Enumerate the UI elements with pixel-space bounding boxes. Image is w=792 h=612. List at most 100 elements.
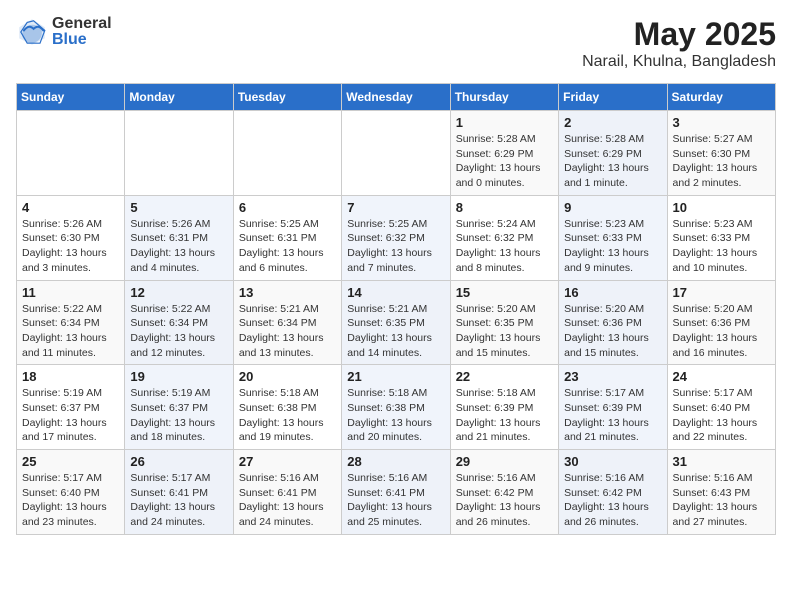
calendar-cell: 18 Sunrise: 5:19 AM Sunset: 6:37 PM Dayli… — [17, 365, 125, 450]
logo-icon — [16, 16, 48, 48]
day-number: 8 — [456, 200, 553, 215]
day-info: Sunrise: 5:18 AM Sunset: 6:39 PM Dayligh… — [456, 386, 553, 445]
day-number: 27 — [239, 454, 336, 469]
day-number: 15 — [456, 285, 553, 300]
day-number: 18 — [22, 369, 119, 384]
day-number: 19 — [130, 369, 227, 384]
calendar-cell: 1 Sunrise: 5:28 AM Sunset: 6:29 PM Daylig… — [450, 111, 558, 196]
day-number: 4 — [22, 200, 119, 215]
day-info: Sunrise: 5:17 AM Sunset: 6:39 PM Dayligh… — [564, 386, 661, 445]
day-info: Sunrise: 5:25 AM Sunset: 6:32 PM Dayligh… — [347, 217, 444, 276]
day-number: 17 — [673, 285, 770, 300]
day-number: 31 — [673, 454, 770, 469]
calendar-cell — [125, 111, 233, 196]
calendar-cell: 3Sunrise: 5:27 AM Sunset: 6:30 PM Daylig… — [667, 111, 775, 196]
day-number: 14 — [347, 285, 444, 300]
day-info: Sunrise: 5:20 AM Sunset: 6:36 PM Dayligh… — [673, 302, 770, 361]
calendar-cell: 9Sunrise: 5:23 AM Sunset: 6:33 PM Daylig… — [559, 195, 667, 280]
day-number: 26 — [130, 454, 227, 469]
calendar-cell: 27 Sunrise: 5:16 AM Sunset: 6:41 PM Dayli… — [233, 450, 341, 535]
calendar-cell — [342, 111, 450, 196]
day-info: Sunrise: 5:21 AM Sunset: 6:35 PM Dayligh… — [347, 302, 444, 361]
day-number: 13 — [239, 285, 336, 300]
calendar-cell: 11 Sunrise: 5:22 AM Sunset: 6:34 PM Dayli… — [17, 280, 125, 365]
day-number: 20 — [239, 369, 336, 384]
weekday-header-wednesday: Wednesday — [342, 84, 450, 111]
day-info: Sunrise: 5:18 AM Sunset: 6:38 PM Dayligh… — [347, 386, 444, 445]
weekday-header-monday: Monday — [125, 84, 233, 111]
calendar-week-3: 11 Sunrise: 5:22 AM Sunset: 6:34 PM Dayli… — [17, 280, 776, 365]
day-number: 23 — [564, 369, 661, 384]
day-info: Sunrise: 5:22 AM Sunset: 6:34 PM Dayligh… — [22, 302, 119, 361]
weekday-header-sunday: Sunday — [17, 84, 125, 111]
day-info: Sunrise: 5:16 AM Sunset: 6:43 PM Dayligh… — [673, 471, 770, 530]
page-header: General Blue May 2025 Narail, Khulna, Ba… — [16, 16, 776, 71]
day-info: Sunrise: 5:22 AM Sunset: 6:34 PM Dayligh… — [130, 302, 227, 361]
calendar-cell: 26Sunrise: 5:17 AM Sunset: 6:41 PM Dayli… — [125, 450, 233, 535]
day-number: 10 — [673, 200, 770, 215]
day-number: 16 — [564, 285, 661, 300]
calendar-subtitle: Narail, Khulna, Bangladesh — [582, 53, 776, 71]
calendar-header: SundayMondayTuesdayWednesdayThursdayFrid… — [17, 84, 776, 111]
day-info: Sunrise: 5:28 AM Sunset: 6:29 PM Dayligh… — [456, 132, 553, 191]
calendar-cell — [233, 111, 341, 196]
calendar-cell: 21 Sunrise: 5:18 AM Sunset: 6:38 PM Dayli… — [342, 365, 450, 450]
day-number: 21 — [347, 369, 444, 384]
day-info: Sunrise: 5:18 AM Sunset: 6:38 PM Dayligh… — [239, 386, 336, 445]
day-info: Sunrise: 5:19 AM Sunset: 6:37 PM Dayligh… — [130, 386, 227, 445]
calendar-week-5: 25Sunrise: 5:17 AM Sunset: 6:40 PM Dayli… — [17, 450, 776, 535]
logo-blue: Blue — [52, 32, 112, 48]
calendar-week-2: 4 Sunrise: 5:26 AM Sunset: 6:30 PM Daylig… — [17, 195, 776, 280]
calendar-cell: 4 Sunrise: 5:26 AM Sunset: 6:30 PM Daylig… — [17, 195, 125, 280]
calendar-cell: 24Sunrise: 5:17 AM Sunset: 6:40 PM Dayli… — [667, 365, 775, 450]
calendar-cell: 12 Sunrise: 5:22 AM Sunset: 6:34 PM Dayli… — [125, 280, 233, 365]
calendar-cell: 28Sunrise: 5:16 AM Sunset: 6:41 PM Dayli… — [342, 450, 450, 535]
day-number: 30 — [564, 454, 661, 469]
calendar-cell: 10 Sunrise: 5:23 AM Sunset: 6:33 PM Dayli… — [667, 195, 775, 280]
calendar-cell: 17 Sunrise: 5:20 AM Sunset: 6:36 PM Dayli… — [667, 280, 775, 365]
calendar-cell: 8 Sunrise: 5:24 AM Sunset: 6:32 PM Daylig… — [450, 195, 558, 280]
calendar-table: SundayMondayTuesdayWednesdayThursdayFrid… — [16, 83, 776, 535]
calendar-cell: 31 Sunrise: 5:16 AM Sunset: 6:43 PM Dayli… — [667, 450, 775, 535]
day-number: 1 — [456, 115, 553, 130]
day-number: 5 — [130, 200, 227, 215]
weekday-header-row: SundayMondayTuesdayWednesdayThursdayFrid… — [17, 84, 776, 111]
calendar-cell: 20 Sunrise: 5:18 AM Sunset: 6:38 PM Dayli… — [233, 365, 341, 450]
day-number: 7 — [347, 200, 444, 215]
day-info: Sunrise: 5:21 AM Sunset: 6:34 PM Dayligh… — [239, 302, 336, 361]
calendar-cell: 13 Sunrise: 5:21 AM Sunset: 6:34 PM Dayli… — [233, 280, 341, 365]
day-number: 25 — [22, 454, 119, 469]
calendar-cell: 23 Sunrise: 5:17 AM Sunset: 6:39 PM Dayli… — [559, 365, 667, 450]
calendar-cell: 14 Sunrise: 5:21 AM Sunset: 6:35 PM Dayli… — [342, 280, 450, 365]
calendar-cell: 15 Sunrise: 5:20 AM Sunset: 6:35 PM Dayli… — [450, 280, 558, 365]
day-info: Sunrise: 5:28 AM Sunset: 6:29 PM Dayligh… — [564, 132, 661, 191]
day-info: Sunrise: 5:20 AM Sunset: 6:35 PM Dayligh… — [456, 302, 553, 361]
logo: General Blue — [16, 16, 112, 48]
calendar-cell: 2 Sunrise: 5:28 AM Sunset: 6:29 PM Daylig… — [559, 111, 667, 196]
calendar-cell: 19 Sunrise: 5:19 AM Sunset: 6:37 PM Dayli… — [125, 365, 233, 450]
calendar-cell — [17, 111, 125, 196]
weekday-header-tuesday: Tuesday — [233, 84, 341, 111]
day-info: Sunrise: 5:19 AM Sunset: 6:37 PM Dayligh… — [22, 386, 119, 445]
day-number: 24 — [673, 369, 770, 384]
day-info: Sunrise: 5:20 AM Sunset: 6:36 PM Dayligh… — [564, 302, 661, 361]
day-number: 12 — [130, 285, 227, 300]
day-number: 22 — [456, 369, 553, 384]
day-info: Sunrise: 5:16 AM Sunset: 6:41 PM Dayligh… — [239, 471, 336, 530]
day-info: Sunrise: 5:23 AM Sunset: 6:33 PM Dayligh… — [673, 217, 770, 276]
weekday-header-thursday: Thursday — [450, 84, 558, 111]
day-info: Sunrise: 5:26 AM Sunset: 6:31 PM Dayligh… — [130, 217, 227, 276]
calendar-cell: 5 Sunrise: 5:26 AM Sunset: 6:31 PM Daylig… — [125, 195, 233, 280]
day-info: Sunrise: 5:26 AM Sunset: 6:30 PM Dayligh… — [22, 217, 119, 276]
day-info: Sunrise: 5:24 AM Sunset: 6:32 PM Dayligh… — [456, 217, 553, 276]
weekday-header-saturday: Saturday — [667, 84, 775, 111]
logo-text: General Blue — [52, 16, 112, 48]
calendar-cell: 25Sunrise: 5:17 AM Sunset: 6:40 PM Dayli… — [17, 450, 125, 535]
calendar-cell: 7 Sunrise: 5:25 AM Sunset: 6:32 PM Daylig… — [342, 195, 450, 280]
title-block: May 2025 Narail, Khulna, Bangladesh — [582, 16, 776, 71]
day-number: 28 — [347, 454, 444, 469]
day-number: 11 — [22, 285, 119, 300]
calendar-body: 1 Sunrise: 5:28 AM Sunset: 6:29 PM Daylig… — [17, 111, 776, 535]
day-number: 2 — [564, 115, 661, 130]
calendar-cell: 6Sunrise: 5:25 AM Sunset: 6:31 PM Daylig… — [233, 195, 341, 280]
